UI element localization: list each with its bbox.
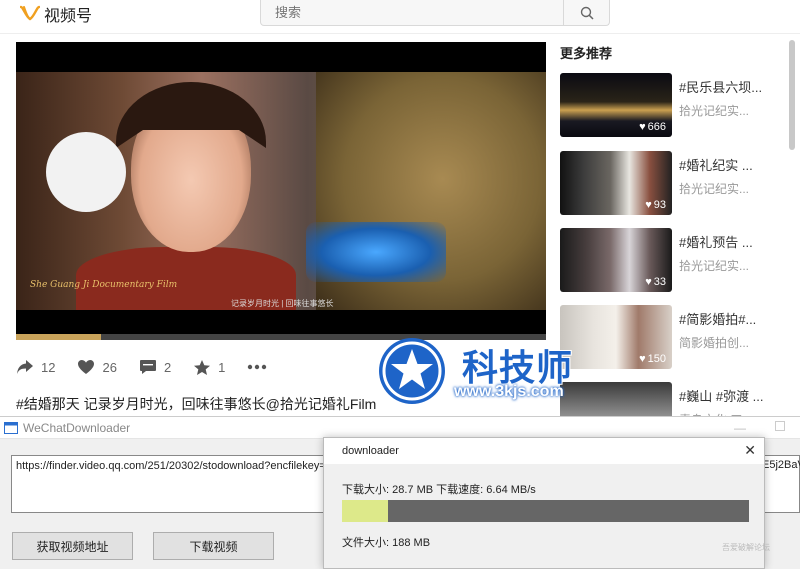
downloader-titlebar: WeChatDownloader — <box>0 417 800 439</box>
filesize-label: 文件大小: <box>342 537 390 549</box>
video-frame: She Guang Ji Documentary Film 记录岁月时光 | 回… <box>16 72 546 310</box>
share-icon <box>17 360 33 374</box>
rec-item[interactable]: ♥ 93 #婚礼纪实 ... 拾光记纪实... <box>560 151 790 215</box>
star-icon <box>194 359 211 375</box>
rec-likes: ♥ 666 <box>639 121 666 133</box>
rec-likes: ♥ 93 <box>645 199 666 211</box>
rec-item[interactable]: ♥ 33 #婚礼预告 ... 拾光记纪实... <box>560 228 790 292</box>
favorite-button[interactable]: 1 <box>193 359 225 376</box>
rec-title: #婚礼纪实 ... <box>679 158 753 173</box>
filesize-value: 188 MB <box>392 537 431 549</box>
rec-title: #巍山 #弥渡 ... <box>679 389 764 404</box>
top-bar: 视频号 <box>0 0 800 34</box>
video-light-blob <box>46 132 126 212</box>
rec-thumbnail: ♥ 33 <box>560 228 672 292</box>
rec-title: #民乐县六坝... <box>679 80 763 95</box>
recommendations-title: 更多推荐 <box>560 46 613 61</box>
video-caption-script: She Guang Ji Documentary Film <box>30 280 178 290</box>
speed-value: 6.64 MB/s <box>486 484 536 496</box>
watermark-star-logo-icon <box>379 338 445 404</box>
video-caption-subtitle: 记录岁月时光 | 回味往事悠长 <box>231 299 334 308</box>
video-player[interactable]: She Guang Ji Documentary Film 记录岁月时光 | 回… <box>16 42 546 340</box>
get-video-url-button[interactable]: 获取视频地址 <box>12 532 133 560</box>
rec-author: 拾光记纪实... <box>679 259 750 273</box>
download-progress-fill <box>342 500 388 522</box>
search-button[interactable] <box>563 0 609 25</box>
page: 视频号 She Guang Ji Documentary Film 记录岁月时光… <box>0 0 800 569</box>
rec-item[interactable]: ♥ 666 #民乐县六坝... 拾光记纪实... <box>560 73 790 137</box>
video-blue-light <box>306 222 446 282</box>
downloaded-value: 28.7 MB <box>392 484 434 496</box>
download-progress-dialog: downloader ✕ 下载大小: 28.7 MB 下载速度: 6.64 MB… <box>323 437 765 569</box>
file-size: 文件大小: 188 MB <box>342 534 430 550</box>
action-row: 12 26 2 1 <box>16 355 289 379</box>
download-video-button[interactable]: 下载视频 <box>153 532 274 560</box>
speed-label: 下载速度: <box>436 484 484 496</box>
search-input[interactable] <box>261 0 563 25</box>
video-description: #结婚那天 记录岁月时光，回味往事悠长@拾光记婚礼Film <box>16 396 377 412</box>
search-icon <box>580 6 594 20</box>
heart-icon: ♥ <box>639 353 646 365</box>
comment-icon <box>139 360 156 374</box>
corner-watermark: 吾爱破解论坛 <box>722 543 770 552</box>
video-progress-fill <box>16 334 101 340</box>
like-count: 26 <box>102 359 117 375</box>
close-icon[interactable]: ✕ <box>744 442 756 459</box>
heart-icon <box>78 360 95 374</box>
rec-author: 简影婚拍创... <box>679 336 750 350</box>
dialog-title: downloader <box>342 445 399 457</box>
more-button[interactable] <box>247 364 267 370</box>
rec-title: #婚礼预告 ... <box>679 235 753 250</box>
download-info: 下载大小: 28.7 MB 下载速度: 6.64 MB/s <box>342 481 536 497</box>
rec-title: #简影婚拍#... <box>679 312 757 327</box>
heart-icon: ♥ <box>645 276 652 288</box>
dialog-titlebar: downloader ✕ <box>324 438 764 464</box>
comment-button[interactable]: 2 <box>139 359 171 375</box>
rec-author: 拾光记纪实... <box>679 182 750 196</box>
more-icon <box>248 364 267 370</box>
rec-thumbnail: ♥ 666 <box>560 73 672 137</box>
download-progress-bar <box>342 500 749 522</box>
watermark-url: www.3kjs.com <box>454 383 564 400</box>
rec-likes: ♥ 33 <box>645 276 666 288</box>
rec-thumbnail: ♥ 93 <box>560 151 672 215</box>
heart-icon: ♥ <box>639 121 646 133</box>
heart-icon: ♥ <box>645 199 652 211</box>
rec-likes: ♥ 150 <box>639 353 666 365</box>
downloaded-label: 下载大小: <box>342 484 390 496</box>
url-textbox-tail: E5j2BaV <box>762 459 800 471</box>
channels-logo-icon <box>20 5 40 21</box>
search-bar <box>260 0 610 26</box>
maximize-button[interactable] <box>775 421 785 431</box>
rec-author: 拾光记纪实... <box>679 104 750 118</box>
favorite-count: 1 <box>218 359 226 375</box>
like-button[interactable]: 26 <box>77 359 117 375</box>
minimize-button[interactable]: — <box>734 421 746 435</box>
downloader-title: WeChatDownloader <box>23 420 131 435</box>
site-watermark: 科技师 www.3kjs.com <box>374 335 614 407</box>
logo[interactable]: 视频号 <box>20 3 92 25</box>
app-name: 视频号 <box>44 8 93 25</box>
recommendations-scrollbar[interactable] <box>789 40 795 150</box>
window-app-icon <box>4 421 18 434</box>
share-button[interactable]: 12 <box>16 359 55 375</box>
comment-count: 2 <box>163 359 172 375</box>
share-count: 12 <box>41 359 56 375</box>
